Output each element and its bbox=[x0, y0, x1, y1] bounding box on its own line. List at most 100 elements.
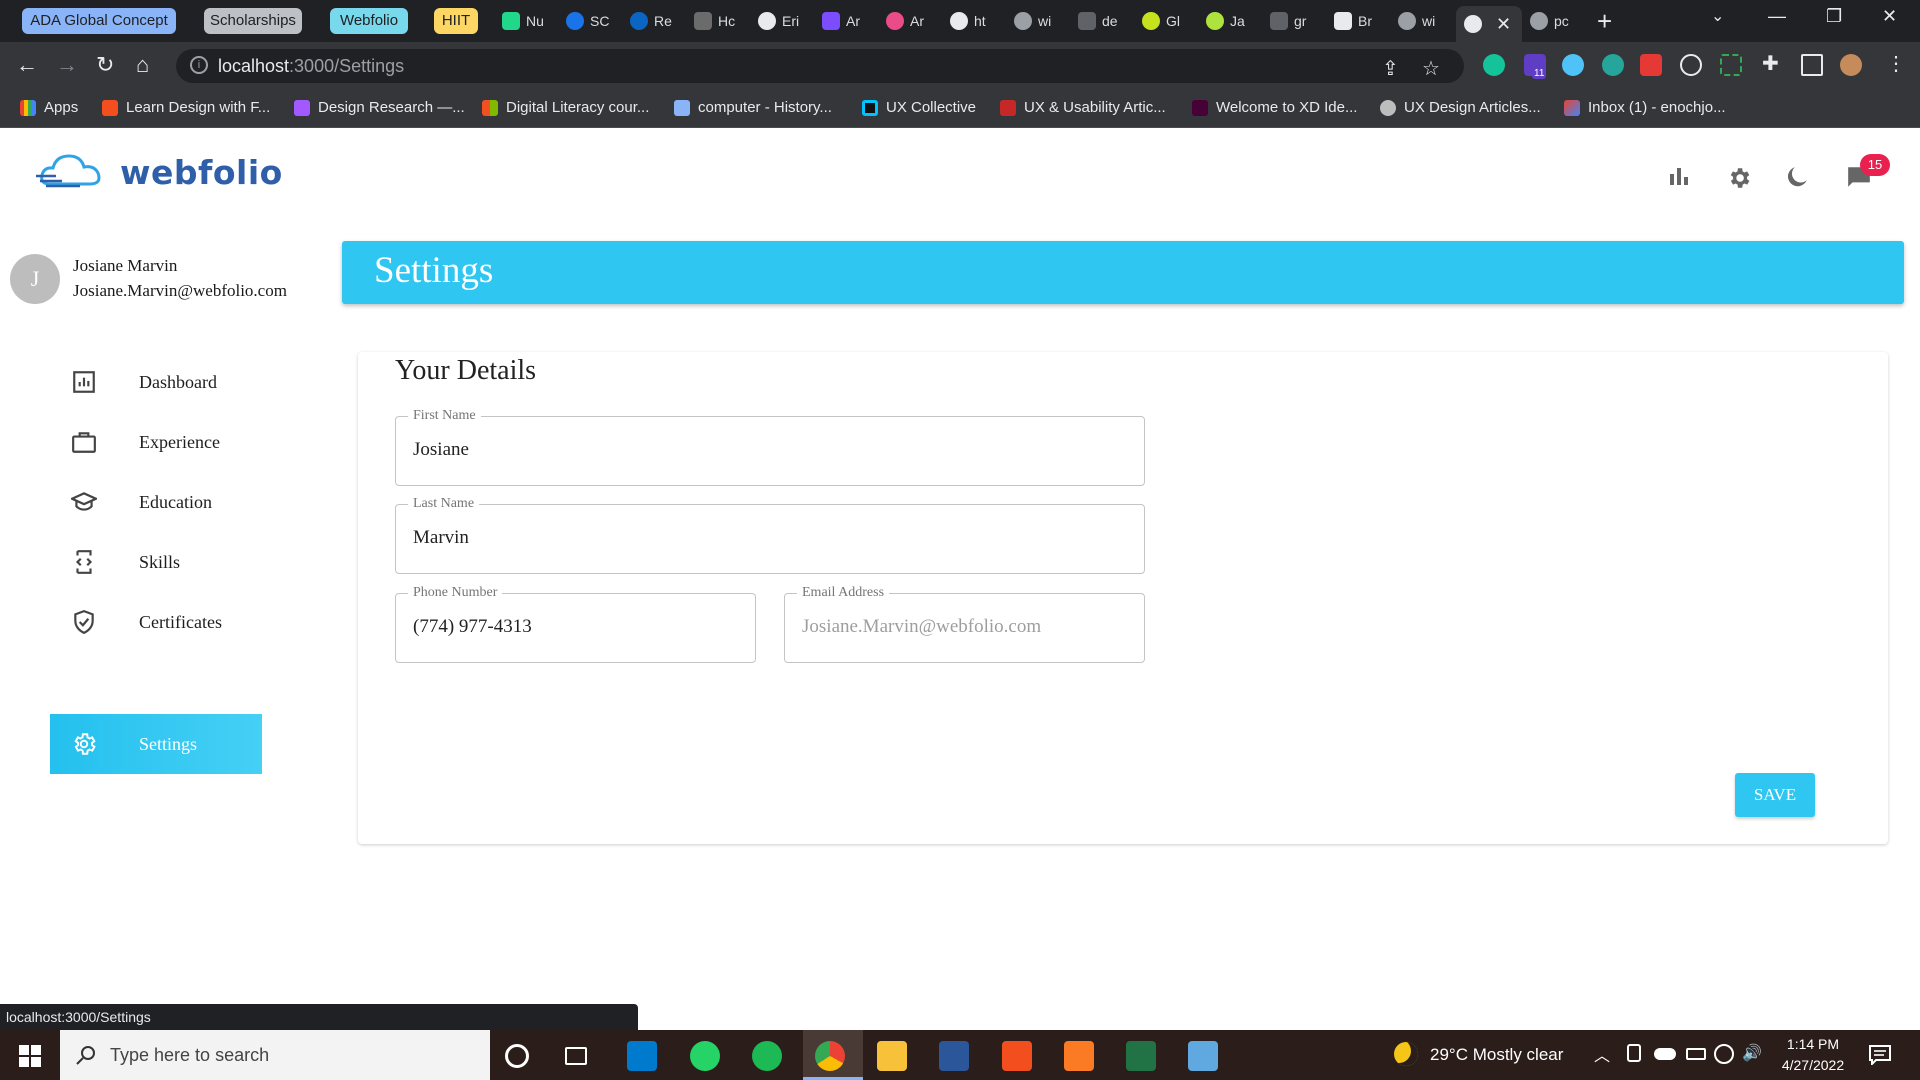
share-icon[interactable]: ⇪ bbox=[1382, 56, 1399, 81]
reload-icon[interactable]: ↻ bbox=[96, 52, 114, 78]
chrome-icon[interactable] bbox=[815, 1041, 845, 1071]
sidebar-item-education[interactable]: Education bbox=[50, 476, 262, 528]
browser-tab[interactable]: gr bbox=[1262, 4, 1323, 38]
menu-kebab-icon[interactable]: ⋮ bbox=[1886, 51, 1906, 76]
back-arrow-icon[interactable]: ← bbox=[16, 52, 38, 78]
figma-icon[interactable] bbox=[1002, 1041, 1032, 1071]
restore-icon[interactable]: ❐ bbox=[1826, 6, 1842, 27]
extension-icon[interactable] bbox=[1562, 54, 1584, 76]
weather-text[interactable]: 29°C Mostly clear bbox=[1430, 1045, 1563, 1065]
tab-group-scholarships[interactable]: Scholarships bbox=[204, 8, 302, 34]
chevron-up-icon[interactable]: ︿ bbox=[1594, 1042, 1610, 1066]
clock-time[interactable]: 1:14 PM bbox=[1768, 1036, 1858, 1052]
bookmark-item[interactable]: UX Collective bbox=[862, 99, 976, 116]
whatsapp-icon[interactable] bbox=[690, 1041, 720, 1071]
grammarly-extension-icon[interactable] bbox=[1483, 54, 1505, 76]
file-explorer-icon[interactable] bbox=[877, 1041, 907, 1071]
webfolio-logo[interactable]: webfolio bbox=[36, 150, 283, 194]
dark-mode-icon[interactable] bbox=[1784, 165, 1810, 191]
sidebar-item-settings[interactable]: Settings bbox=[50, 714, 262, 774]
browser-tab[interactable]: Eri bbox=[750, 4, 811, 38]
bookmark-item[interactable]: Digital Literacy cour... bbox=[482, 99, 649, 116]
bookmark-item[interactable]: UX Design Articles... bbox=[1380, 99, 1541, 116]
extension-icon[interactable] bbox=[1602, 54, 1624, 76]
browser-tab[interactable]: SC bbox=[558, 4, 619, 38]
spotify-icon[interactable] bbox=[752, 1041, 782, 1071]
bookmark-item[interactable]: Inbox (1) - enochjo... bbox=[1564, 99, 1726, 116]
windows-start-icon[interactable] bbox=[19, 1045, 41, 1067]
vscode-icon[interactable] bbox=[627, 1041, 657, 1071]
taskbar-search-box[interactable]: Type here to search bbox=[60, 1030, 490, 1080]
profile-avatar-icon[interactable] bbox=[1840, 54, 1862, 76]
extension-icon[interactable] bbox=[1680, 54, 1702, 76]
tab-group-ada-global-concept[interactable]: ADA Global Concept bbox=[22, 8, 176, 34]
browser-tab[interactable]: Ar bbox=[878, 4, 939, 38]
last-name-field[interactable]: Last Name Marvin bbox=[395, 496, 1145, 574]
globe-icon bbox=[1398, 12, 1416, 30]
close-tab-icon[interactable]: ✕ bbox=[1496, 14, 1511, 35]
network-globe-icon[interactable] bbox=[1714, 1044, 1734, 1064]
sidebar-item-certificates[interactable]: Certificates bbox=[50, 596, 262, 648]
browser-tab[interactable]: Ar bbox=[814, 4, 875, 38]
meet-now-icon[interactable] bbox=[1627, 1044, 1641, 1062]
bookmark-apps[interactable]: Apps bbox=[20, 99, 78, 116]
save-button[interactable]: SAVE bbox=[1735, 773, 1815, 817]
browser-tab[interactable]: Ja bbox=[1198, 4, 1259, 38]
close-window-icon[interactable]: ✕ bbox=[1882, 6, 1897, 27]
bar-chart-icon[interactable] bbox=[1668, 165, 1690, 187]
status-url-tooltip: localhost:3000/Settings bbox=[0, 1004, 638, 1030]
phone-number-field[interactable]: Phone Number (774) 977-4313 bbox=[395, 585, 756, 663]
site-info-icon[interactable]: i bbox=[190, 56, 208, 74]
bookmark-item[interactable]: computer - History... bbox=[674, 99, 832, 116]
gear-icon[interactable] bbox=[1726, 165, 1752, 191]
extension-icon[interactable] bbox=[1720, 54, 1742, 76]
minimize-icon[interactable]: — bbox=[1768, 6, 1786, 27]
avatar[interactable]: J bbox=[10, 254, 60, 304]
remote-desktop-icon[interactable] bbox=[1188, 1041, 1218, 1071]
xampp-icon[interactable] bbox=[1064, 1041, 1094, 1071]
bookmark-item[interactable]: Welcome to XD Ide... bbox=[1192, 99, 1357, 116]
forward-arrow-icon[interactable]: → bbox=[56, 52, 78, 78]
puzzle-extensions-icon[interactable]: ✚ bbox=[1762, 51, 1779, 76]
search-placeholder: Type here to search bbox=[110, 1045, 270, 1065]
bookmark-star-icon[interactable]: ☆ bbox=[1422, 56, 1440, 81]
browser-tab[interactable]: de bbox=[1070, 4, 1131, 38]
notifications-icon[interactable] bbox=[1869, 1045, 1891, 1065]
browser-tab-active[interactable]: ✕ bbox=[1456, 6, 1522, 42]
sidebar-item-experience[interactable]: Experience bbox=[50, 416, 262, 468]
first-name-field[interactable]: First Name Josiane bbox=[395, 408, 1145, 486]
browser-tab[interactable]: Hc bbox=[686, 4, 747, 38]
task-view-icon[interactable] bbox=[565, 1047, 587, 1065]
home-icon[interactable]: ⌂ bbox=[136, 52, 149, 78]
onedrive-cloud-icon[interactable] bbox=[1654, 1048, 1676, 1060]
url-text[interactable]: localhost:3000/Settings bbox=[218, 56, 404, 77]
browser-tab[interactable]: Re bbox=[622, 4, 683, 38]
tab-group-hiit[interactable]: HIIT bbox=[434, 8, 478, 34]
bookmark-item[interactable]: Design Research —... bbox=[294, 99, 465, 116]
clock-date[interactable]: 4/27/2022 bbox=[1768, 1057, 1858, 1073]
browser-tab[interactable]: ht bbox=[942, 4, 1003, 38]
email-address-field[interactable]: Email Address Josiane.Marvin@webfolio.co… bbox=[784, 585, 1145, 663]
excel-icon[interactable] bbox=[1126, 1041, 1156, 1071]
battery-icon[interactable] bbox=[1686, 1048, 1706, 1060]
volume-icon[interactable]: 🔊 bbox=[1742, 1043, 1762, 1063]
sidebar-item-skills[interactable]: Skills bbox=[50, 536, 262, 588]
new-tab-plus-icon[interactable]: + bbox=[1597, 6, 1612, 37]
browser-tab[interactable]: pc bbox=[1522, 4, 1583, 38]
bookmark-item[interactable]: Learn Design with F... bbox=[102, 99, 270, 116]
extension-icon[interactable] bbox=[1640, 54, 1662, 76]
browser-tab[interactable]: wi bbox=[1006, 4, 1067, 38]
tab-group-webfolio[interactable]: Webfolio bbox=[330, 8, 408, 34]
browser-tab[interactable]: Br bbox=[1326, 4, 1387, 38]
word-icon[interactable] bbox=[939, 1041, 969, 1071]
browser-tab[interactable]: wi bbox=[1390, 4, 1451, 38]
address-bar[interactable]: i localhost:3000/Settings ⇪ ☆ bbox=[176, 49, 1464, 83]
bookmark-item[interactable]: UX & Usability Artic... bbox=[1000, 99, 1166, 116]
sidebar-item-dashboard[interactable]: Dashboard bbox=[50, 356, 262, 408]
side-panel-icon[interactable] bbox=[1801, 54, 1823, 76]
browser-tab[interactable]: Gl bbox=[1134, 4, 1195, 38]
cortana-icon[interactable] bbox=[505, 1044, 529, 1068]
browser-tab[interactable]: Nu bbox=[494, 4, 555, 38]
tab-search-chevron-icon[interactable]: ⌄ bbox=[1711, 6, 1724, 26]
cloud-logo-icon bbox=[36, 154, 101, 188]
